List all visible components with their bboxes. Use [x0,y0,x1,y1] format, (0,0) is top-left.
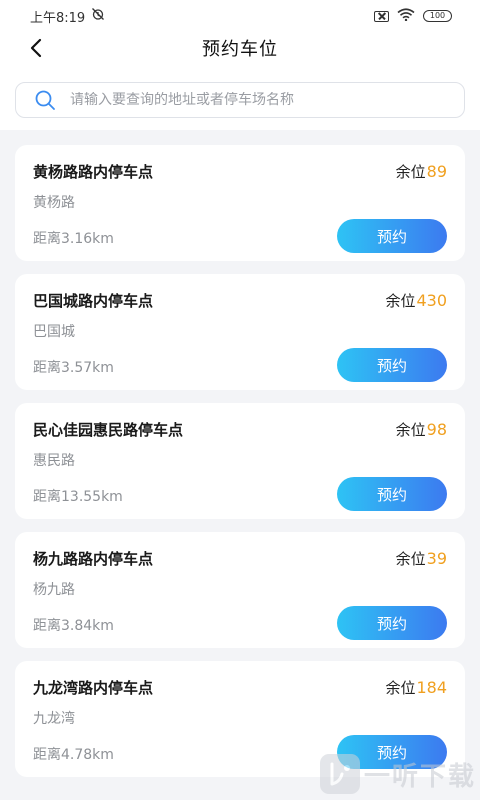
parking-address: 九龙湾 [33,711,75,727]
no-sim-icon [374,10,389,22]
watermark-text: 一听下载 [363,761,476,792]
availability: 余位 184 [385,677,447,698]
availability-label: 余位 [395,163,426,181]
chevron-left-icon [30,38,42,58]
parking-list: 黄杨路路内停车点 余位 89 黄杨路 距离3.16km 预约 巴国城路内停车点 … [15,145,465,790]
availability-label: 余位 [385,292,416,310]
parking-name: 杨九路路内停车点 [33,550,154,568]
alarm-off-icon [91,7,105,25]
parking-address: 杨九路 [33,582,75,598]
availability: 余位 430 [385,290,447,311]
parking-address: 惠民路 [33,453,75,469]
availability: 余位 89 [396,161,447,182]
battery-icon: 100 [423,10,452,22]
availability-count: 89 [426,162,447,181]
back-button[interactable] [24,36,48,60]
wifi-icon [397,7,415,25]
book-button[interactable]: 预约 [337,348,447,382]
book-button[interactable]: 预约 [337,477,447,511]
availability-count: 39 [426,549,447,568]
search-icon [35,90,55,110]
search-box[interactable] [15,82,465,118]
parking-card[interactable]: 杨九路路内停车点 余位 39 杨九路 距离3.84km 预约 [15,532,465,648]
availability-count: 98 [426,420,447,439]
parking-distance: 距离3.57km [33,360,114,376]
status-bar: 上午8:19 100 [0,0,480,32]
page-title: 预约车位 [202,39,278,60]
parking-address: 黄杨路 [33,195,75,211]
parking-address: 巴国城 [33,324,75,340]
search-input[interactable] [70,92,430,108]
parking-distance: 距离3.84km [33,618,114,634]
availability-label: 余位 [395,421,426,439]
parking-distance: 距离3.16km [33,231,114,247]
availability-count: 184 [416,678,447,697]
parking-card[interactable]: 巴国城路内停车点 余位 430 巴国城 距离3.57km 预约 [15,274,465,390]
status-left: 上午8:19 [30,7,105,26]
status-right: 100 [374,7,452,25]
availability-count: 430 [416,291,447,310]
top-area: 上午8:19 100 预约车位 请输入要查询的地址或者停车场名称 [0,0,480,130]
parking-name: 九龙湾路内停车点 [33,679,154,697]
parking-name: 黄杨路路内停车点 [33,163,154,181]
watermark: 一听下载 [319,754,476,794]
book-button[interactable]: 预约 [337,219,447,253]
parking-name: 民心佳园惠民路停车点 [33,421,184,439]
status-time: 上午8:19 [30,10,86,26]
availability: 余位 39 [396,548,447,569]
parking-name: 巴国城路内停车点 [33,292,154,310]
parking-card[interactable]: 黄杨路路内停车点 余位 89 黄杨路 距离3.16km 预约 [15,145,465,261]
nav-bar: 预约车位 [0,32,480,64]
parking-card[interactable]: 民心佳园惠民路停车点 余位 98 惠民路 距离13.55km 预约 [15,403,465,519]
parking-distance: 距离4.78km [33,747,114,763]
parking-distance: 距离13.55km [33,489,123,505]
availability-label: 余位 [395,550,426,568]
watermark-logo-icon [319,754,360,794]
availability: 余位 98 [396,419,447,440]
availability-label: 余位 [385,679,416,697]
book-button[interactable]: 预约 [337,606,447,640]
